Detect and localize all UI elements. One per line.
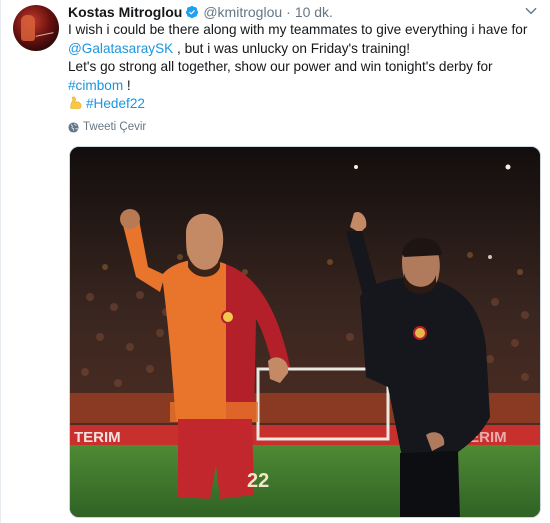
hashtag-link[interactable]: #cimbom — [68, 78, 123, 93]
verified-badge-icon — [186, 5, 199, 19]
tweet-header: Kostas Mitroglou @kmitroglou · 10 dk. — [68, 3, 333, 21]
photo-illustration: TERIM TERIM 22 — [70, 147, 540, 517]
translate-label: Tweeti Çevir — [83, 121, 147, 133]
jersey-number: 22 — [247, 470, 269, 492]
author-handle[interactable]: @kmitroglou — [203, 4, 282, 20]
tweet-photo[interactable]: TERIM TERIM 22 — [69, 146, 541, 518]
tweet-text-segment: , but i was unlucky on Friday's training… — [173, 40, 411, 56]
tweet-text-segment: Let's go strong all together, show our p… — [68, 59, 493, 74]
tweet-line: I wish i could be there along with my te… — [68, 21, 538, 40]
author-name[interactable]: Kostas Mitroglou — [68, 4, 182, 20]
flexed-biceps-icon — [70, 96, 82, 109]
mention-link[interactable]: @GalatasaraySK — [68, 41, 173, 56]
tweet-timestamp[interactable]: 10 dk. — [295, 4, 333, 20]
globe-icon — [68, 121, 79, 133]
translate-tweet-button[interactable]: Tweeti Çevir — [68, 121, 146, 133]
tweet-line: #cimbom ! — [68, 77, 538, 96]
hashtag-link[interactable]: #Hedef22 — [86, 96, 145, 111]
tweet-line: @GalatasaraySK , but i was unlucky on Fr… — [68, 40, 538, 59]
author-avatar[interactable] — [13, 5, 59, 51]
header-separator: · — [286, 4, 291, 20]
chevron-down-icon[interactable] — [524, 4, 538, 18]
avatar-figure — [21, 15, 35, 41]
tweet-card[interactable]: Kostas Mitroglou @kmitroglou · 10 dk. I … — [0, 0, 550, 523]
tweet-text: I wish i could be there along with my te… — [68, 21, 538, 114]
banner-text: TERIM — [74, 429, 121, 446]
tweet-line: #Hedef22 — [68, 95, 538, 114]
tweet-text-segment: ! — [123, 77, 131, 93]
tweet-line: Let's go strong all together, show our p… — [68, 58, 538, 77]
avatar-signature — [34, 27, 54, 37]
tweet-text-segment: I wish i could be there along with my te… — [68, 22, 528, 37]
